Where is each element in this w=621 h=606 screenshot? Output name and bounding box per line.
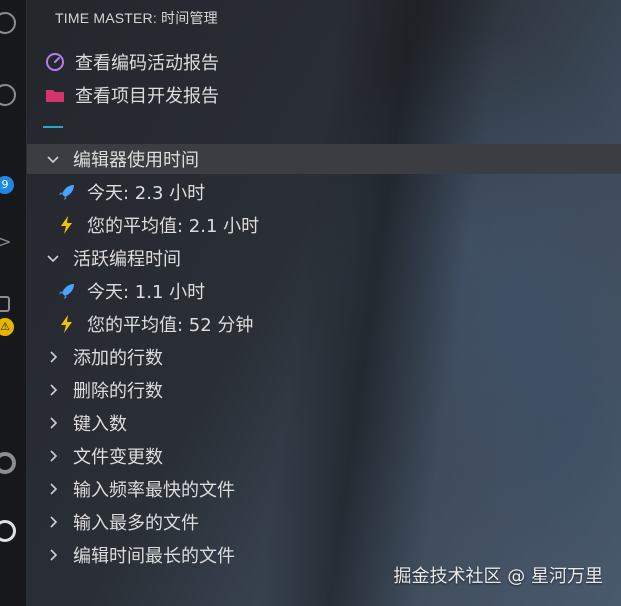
action-label: 查看项目开发报告 [75, 86, 219, 107]
folder-icon [46, 90, 64, 102]
tree-child-label: 今天: 1.1 小时 [87, 282, 206, 303]
chevron-right-icon [50, 351, 58, 363]
tree-item-label: 文件变更数 [73, 447, 163, 468]
source-control-badge: 9 [0, 176, 14, 194]
watermark: 掘金技术社区 @ 星河万里 [393, 566, 603, 587]
tree-child-label: 今天: 2.3 小时 [87, 183, 206, 204]
chevron-right-icon [50, 549, 58, 561]
tree-child-active-today[interactable]: 今天: 1.1 小时 [27, 276, 621, 306]
panel-title: TIME MASTER: 时间管理 [55, 10, 218, 26]
lightning-icon [61, 216, 72, 234]
tree-item-label: 输入最多的文件 [73, 513, 199, 534]
chevron-right-icon [50, 483, 58, 495]
tree-item-label: 编辑时间最长的文件 [73, 546, 235, 567]
chevron-right-icon [50, 516, 58, 528]
tree-child-label: 您的平均值: 52 分钟 [87, 315, 254, 336]
tree-child-label: 您的平均值: 2.1 小时 [87, 216, 260, 237]
section-separator [43, 126, 63, 128]
time-master-panel: TIME MASTER: 时间管理 查看编码活动报告 查看项目开发报告 编辑器使… [27, 0, 621, 606]
tree-item-fastest-typed-files[interactable]: 输入频率最快的文件 [27, 474, 621, 504]
rocket-icon [59, 284, 74, 299]
tree-item-lines-deleted[interactable]: 删除的行数 [27, 375, 621, 405]
tree-child-editor-average[interactable]: 您的平均值: 2.1 小时 [27, 210, 621, 240]
settings-gear-icon[interactable] [0, 520, 16, 542]
chevron-down-icon [47, 255, 59, 263]
tree-item-label: 编辑器使用时间 [73, 150, 199, 171]
chevron-right-icon [50, 384, 58, 396]
action-coding-activity-report[interactable]: 查看编码活动报告 [27, 47, 621, 77]
tree-item-keystrokes[interactable]: 键入数 [27, 408, 621, 438]
tree-item-most-typed-files[interactable]: 输入最多的文件 [27, 507, 621, 537]
gauge-icon [46, 53, 64, 71]
tree-item-file-changes[interactable]: 文件变更数 [27, 441, 621, 471]
tree-item-label: 删除的行数 [73, 381, 163, 402]
rocket-icon [59, 185, 74, 200]
tree-item-label: 键入数 [73, 414, 127, 435]
chevron-down-icon [47, 156, 59, 164]
tree-item-editor-time[interactable]: 编辑器使用时间 [27, 144, 621, 174]
tree-item-label: 输入频率最快的文件 [73, 480, 235, 501]
chevron-right-icon [50, 450, 58, 462]
tree-item-label: 添加的行数 [73, 348, 163, 369]
explorer-icon[interactable] [0, 12, 16, 34]
activity-bar: 9 > ⚠ [0, 0, 27, 606]
search-icon[interactable] [0, 84, 16, 106]
tree-item-active-coding[interactable]: 活跃编程时间 [27, 243, 621, 273]
extensions-icon[interactable] [0, 296, 10, 312]
tree-item-label: 活跃编程时间 [73, 249, 181, 270]
run-debug-icon[interactable]: > [0, 234, 11, 250]
tree-child-editor-today[interactable]: 今天: 2.3 小时 [27, 177, 621, 207]
problems-warning-badge: ⚠ [0, 318, 14, 336]
account-icon[interactable] [0, 452, 16, 474]
action-project-report[interactable]: 查看项目开发报告 [27, 80, 621, 110]
chevron-right-icon [50, 417, 58, 429]
lightning-icon [61, 315, 72, 333]
action-label: 查看编码活动报告 [75, 53, 219, 74]
tree-child-active-average[interactable]: 您的平均值: 52 分钟 [27, 309, 621, 339]
tree-item-lines-added[interactable]: 添加的行数 [27, 342, 621, 372]
